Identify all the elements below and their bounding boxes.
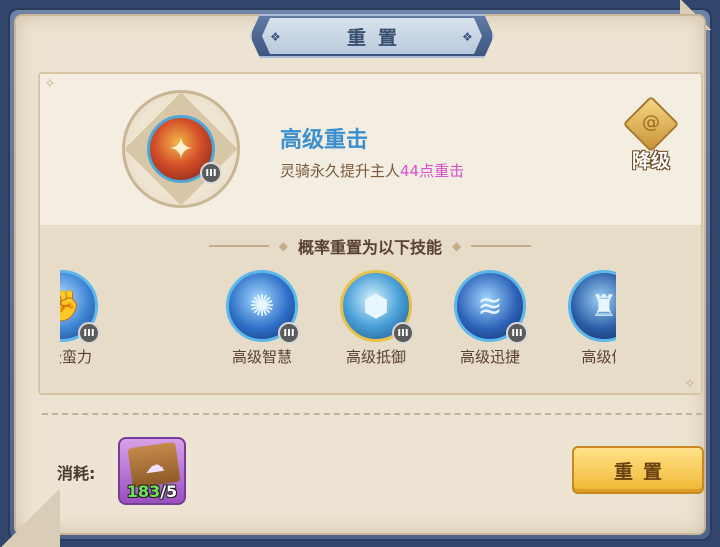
cost-item-slot[interactable]: ☁ 183/5 bbox=[118, 437, 186, 505]
body-warrior-icon: ♜ bbox=[568, 270, 616, 342]
current-skill-level-badge: III bbox=[200, 162, 222, 184]
possible-skill-label: 高级智慧 bbox=[231, 348, 292, 366]
downgrade-button[interactable]: @ 降级 bbox=[620, 95, 682, 176]
current-skill-name: 高级重击 bbox=[280, 128, 369, 153]
divider-line bbox=[471, 245, 532, 247]
current-skill-description: 灵骑永久提升主人44点重击 bbox=[280, 160, 464, 181]
possible-skill-item[interactable]: ✺ III 高级智慧 bbox=[214, 266, 314, 374]
skill-level-badge: III bbox=[278, 322, 300, 344]
page-curl-bottom-left bbox=[0, 490, 60, 547]
possible-skill-item[interactable]: ✊ III 高级蛮力 bbox=[60, 266, 114, 374]
ornament-dot-icon: ◆ bbox=[278, 239, 288, 253]
section-title: 概率重置为以下技能 bbox=[297, 238, 442, 257]
possible-skill-label: 高级迅捷 bbox=[459, 348, 520, 366]
possible-skill-item[interactable]: ≋ III 高级迅捷 bbox=[442, 266, 542, 374]
title-plate: 重置 bbox=[262, 18, 482, 54]
title-ornament-right-icon: ❖ bbox=[462, 30, 473, 44]
section-header: ◆ 概率重置为以下技能 ◆ bbox=[190, 234, 550, 258]
skill-level-badge: III bbox=[392, 322, 414, 344]
cost-count: 183/5 bbox=[120, 482, 184, 501]
cost-have-count: 183 bbox=[126, 482, 161, 501]
corner-ornament-icon: ✧ bbox=[44, 76, 56, 92]
description-text: 灵骑永久提升主人 bbox=[280, 162, 401, 180]
description-highlight: 44点重击 bbox=[400, 162, 465, 180]
possible-skill-item[interactable]: ⬢ III 高级抵御 bbox=[328, 266, 428, 374]
swirl-icon: @ bbox=[642, 112, 660, 133]
ornament-dot-icon: ◆ bbox=[452, 239, 462, 253]
window-title: 重置 bbox=[346, 26, 409, 49]
cost-label: 消耗: bbox=[57, 464, 96, 483]
title-ornament-left-icon: ❖ bbox=[270, 30, 281, 44]
divider-line bbox=[208, 245, 269, 247]
possible-skill-label: 高级抵御 bbox=[345, 348, 406, 366]
downgrade-label: 降级 bbox=[631, 150, 670, 172]
corner-ornament-icon: ✧ bbox=[684, 376, 696, 392]
cost-need-count: /5 bbox=[160, 482, 178, 501]
dashed-divider bbox=[42, 413, 702, 415]
skill-level-badge: III bbox=[506, 322, 528, 344]
possible-skill-item[interactable]: ♜ 高级体 bbox=[556, 266, 616, 374]
skill-level-badge: III bbox=[78, 322, 100, 344]
possible-skills-list: ✊ III 高级蛮力 ✺ III 高级智慧 ⬢ III 高级抵御 ≋ III 高… bbox=[60, 266, 616, 374]
possible-skill-label: 高级蛮力 bbox=[60, 348, 92, 366]
reset-button[interactable]: 重置 bbox=[572, 446, 704, 494]
possible-skill-label: 高级体 bbox=[581, 348, 616, 366]
